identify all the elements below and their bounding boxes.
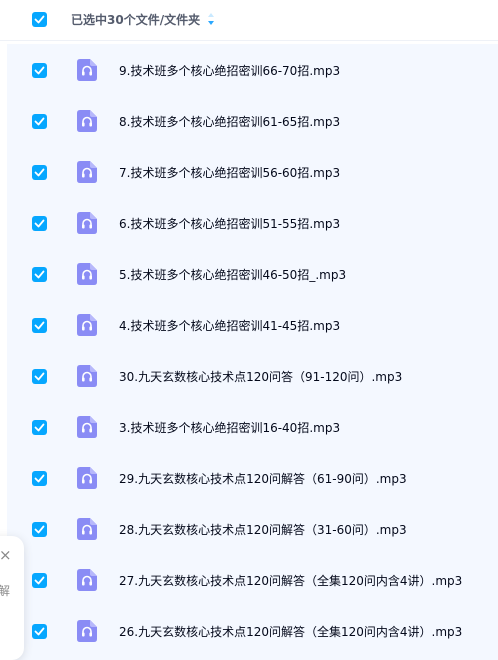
row-checkbox[interactable] [32, 624, 47, 639]
selection-count-label: 已选中30个文件/文件夹 [71, 13, 201, 27]
row-checkbox[interactable] [32, 369, 47, 384]
file-row[interactable]: 9.技术班多个核心绝招密训66-70招.mp3 [7, 44, 498, 95]
row-checkbox[interactable] [32, 318, 47, 333]
check-icon [34, 423, 45, 432]
row-checkbox[interactable] [32, 522, 47, 537]
file-row[interactable]: 26.九天玄数核心技术点120问解答（全集120问内含4讲）.mp3 [7, 605, 498, 656]
file-name[interactable]: 4.技术班多个核心绝招密训41-45招.mp3 [119, 317, 340, 334]
row-checkbox[interactable] [32, 573, 47, 588]
check-icon [34, 525, 45, 534]
file-name[interactable]: 6.技术班多个核心绝招密训51-55招.mp3 [119, 215, 340, 232]
check-icon [34, 270, 45, 279]
file-name[interactable]: 30.九天玄数核心技术点120问答（91-120问）.mp3 [119, 368, 402, 385]
file-name[interactable]: 26.九天玄数核心技术点120问解答（全集120问内含4讲）.mp3 [119, 623, 462, 640]
close-icon[interactable]: × [0, 548, 12, 563]
check-icon [34, 474, 45, 483]
check-icon [34, 117, 45, 126]
row-checkbox[interactable] [32, 267, 47, 282]
audio-file-icon [77, 467, 97, 489]
row-checkbox[interactable] [32, 216, 47, 231]
audio-file-icon [77, 263, 97, 285]
file-row[interactable]: 7.技术班多个核心绝招密训56-60招.mp3 [7, 146, 498, 197]
file-name[interactable]: 9.技术班多个核心绝招密训66-70招.mp3 [119, 62, 340, 79]
row-checkbox[interactable] [32, 63, 47, 78]
file-name[interactable]: 7.技术班多个核心绝招密训56-60招.mp3 [119, 164, 340, 181]
file-name[interactable]: 27.九天玄数核心技术点120问解答（全集120问内含4讲）.mp3 [119, 572, 462, 589]
check-icon [34, 168, 45, 177]
file-name[interactable]: 28.九天玄数核心技术点120问解答（31-60问）.mp3 [119, 521, 407, 538]
file-name[interactable]: 3.技术班多个核心绝招密训16-40招.mp3 [119, 419, 340, 436]
row-checkbox[interactable] [32, 114, 47, 129]
check-icon [34, 15, 45, 24]
file-name[interactable]: 5.技术班多个核心绝招密训46-50招_.mp3 [119, 266, 346, 283]
file-name[interactable]: 29.九天玄数核心技术点120问解答（61-90问）.mp3 [119, 470, 407, 487]
check-icon [34, 627, 45, 636]
list-header: 已选中30个文件/文件夹 [0, 0, 498, 41]
audio-file-icon [77, 620, 97, 642]
audio-file-icon [77, 212, 97, 234]
row-checkbox[interactable] [32, 420, 47, 435]
side-panel-label[interactable]: 解 [0, 585, 10, 597]
file-list-page: 已选中30个文件/文件夹 9.技术班多个核心绝招密训66-70招.mp3 8.技术… [0, 0, 498, 660]
check-icon [34, 66, 45, 75]
audio-file-icon [77, 59, 97, 81]
audio-file-icon [77, 161, 97, 183]
file-row[interactable]: 30.九天玄数核心技术点120问答（91-120问）.mp3 [7, 350, 498, 401]
audio-file-icon [77, 569, 97, 591]
file-row[interactable]: 3.技术班多个核心绝招密训16-40招.mp3 [7, 401, 498, 452]
row-checkbox[interactable] [32, 471, 47, 486]
file-row[interactable]: 28.九天玄数核心技术点120问解答（31-60问）.mp3 [7, 503, 498, 554]
side-panel: × 解 [0, 536, 24, 660]
file-list: 9.技术班多个核心绝招密训66-70招.mp3 8.技术班多个核心绝招密训61-6… [7, 44, 498, 660]
file-row[interactable]: 5.技术班多个核心绝招密训46-50招_.mp3 [7, 248, 498, 299]
check-icon [34, 576, 45, 585]
file-name[interactable]: 8.技术班多个核心绝招密训61-65招.mp3 [119, 113, 340, 130]
sort-icon[interactable] [207, 12, 215, 26]
file-row[interactable]: 27.九天玄数核心技术点120问解答（全集120问内含4讲）.mp3 [7, 554, 498, 605]
audio-file-icon [77, 416, 97, 438]
audio-file-icon [77, 110, 97, 132]
file-row[interactable]: 6.技术班多个核心绝招密训51-55招.mp3 [7, 197, 498, 248]
row-checkbox[interactable] [32, 165, 47, 180]
audio-file-icon [77, 365, 97, 387]
audio-file-icon [77, 314, 97, 336]
file-row[interactable]: 8.技术班多个核心绝招密训61-65招.mp3 [7, 95, 498, 146]
file-row[interactable]: 29.九天玄数核心技术点120问解答（61-90问）.mp3 [7, 452, 498, 503]
check-icon [34, 219, 45, 228]
audio-file-icon [77, 518, 97, 540]
check-icon [34, 321, 45, 330]
check-icon [34, 372, 45, 381]
file-row[interactable]: 4.技术班多个核心绝招密训41-45招.mp3 [7, 299, 498, 350]
select-all-checkbox[interactable] [32, 12, 47, 27]
